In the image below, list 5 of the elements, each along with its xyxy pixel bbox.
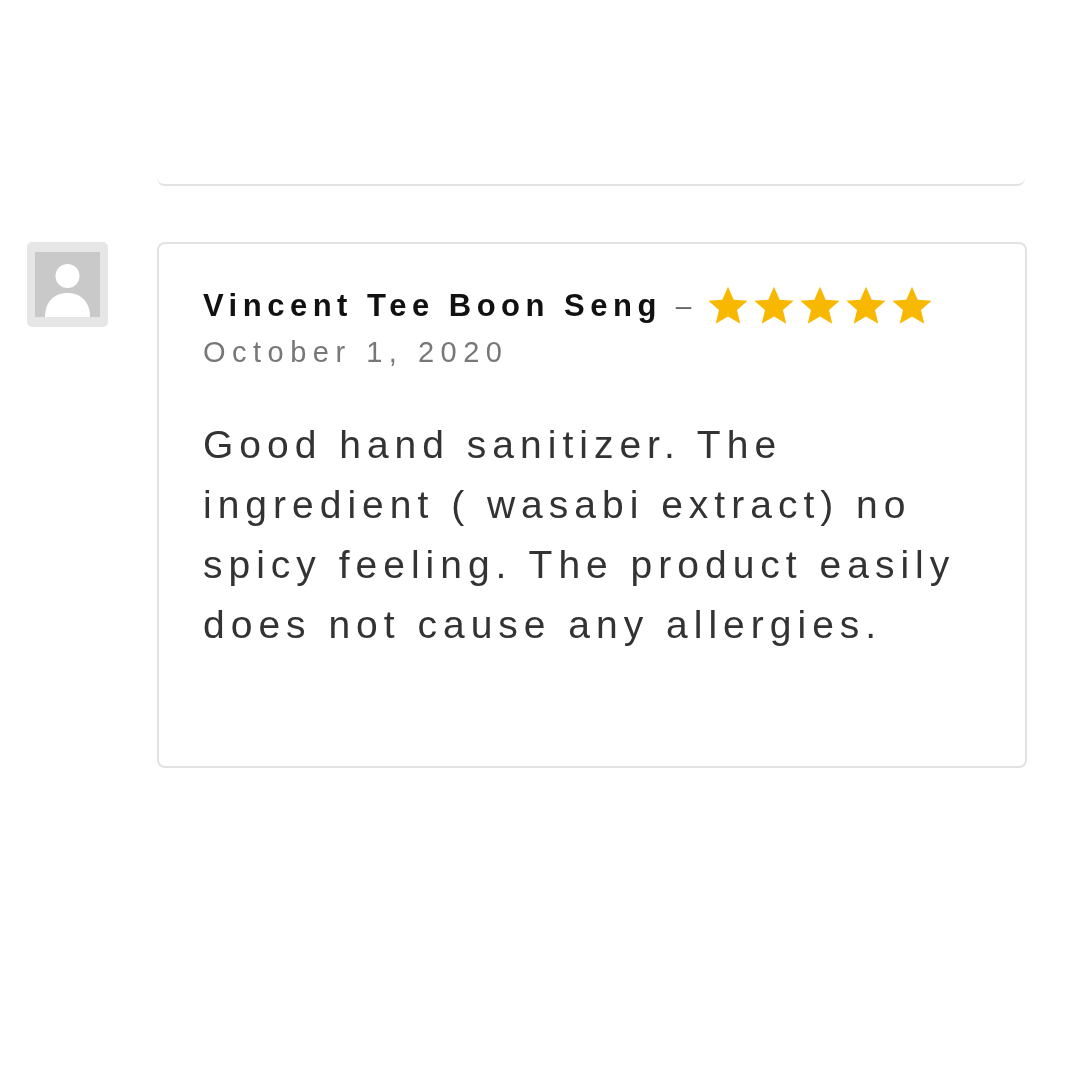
reviewer-name: Vincent Tee Boon Seng xyxy=(203,288,662,324)
separator-dash: – xyxy=(675,290,692,322)
avatar-icon xyxy=(27,242,108,327)
review-date: October 1, 2020 xyxy=(203,336,510,369)
review-text: Good hand sanitizer. The ingredient ( wasabi extract) no spicy feeling. The product easily does not cause any allergies. xyxy=(203,422,957,648)
